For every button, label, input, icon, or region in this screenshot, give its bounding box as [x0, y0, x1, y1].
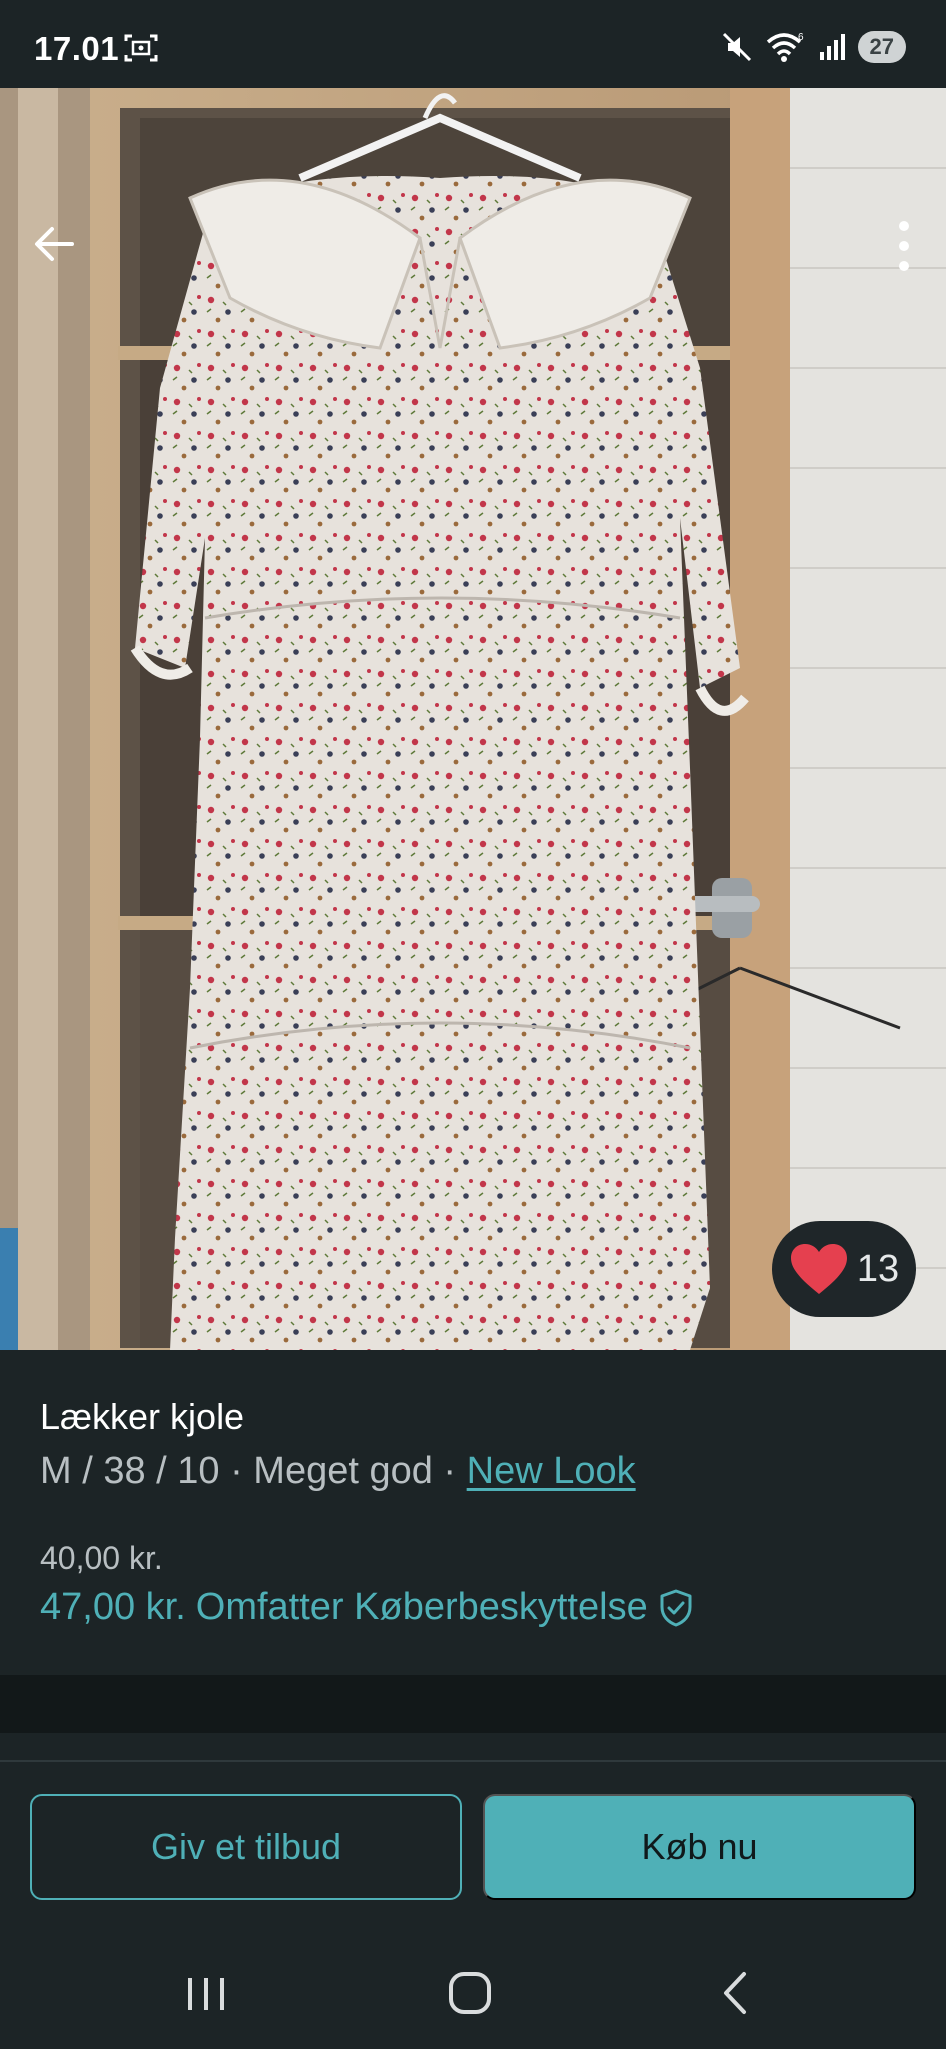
heart-icon — [790, 1244, 847, 1294]
protection-label: Omfatter Køberbeskyttelse — [195, 1586, 648, 1628]
protected-price: 47,00 kr. — [40, 1586, 186, 1628]
mute-icon — [722, 32, 751, 62]
recent-apps-icon[interactable] — [176, 1968, 236, 2018]
back-arrow-icon[interactable] — [28, 218, 80, 270]
divider — [0, 1760, 946, 1762]
section-spacer — [0, 1675, 946, 1733]
wifi-icon: 6 — [766, 32, 804, 62]
brand-link[interactable]: New Look — [467, 1450, 636, 1492]
buy-now-button[interactable]: Køb nu — [483, 1794, 916, 1900]
battery-indicator: 27 — [857, 31, 906, 63]
home-icon[interactable] — [440, 1968, 500, 2018]
screenshot-icon — [124, 34, 158, 62]
favourite-count: 13 — [856, 1247, 900, 1290]
status-bar: 17.01 6 27 — [0, 0, 946, 88]
item-details: Lækker kjole M / 38 / 10 · Meget god · N… — [0, 1350, 946, 1675]
more-vertical-icon[interactable] — [882, 216, 926, 276]
item-meta: M / 38 / 10 · Meget god · New Look — [40, 1450, 636, 1493]
signal-icon — [819, 34, 845, 60]
back-icon[interactable] — [706, 1968, 766, 2018]
svg-text:6: 6 — [798, 32, 804, 43]
favourite-button[interactable]: 13 — [772, 1221, 916, 1317]
product-photo[interactable] — [0, 88, 946, 1350]
buyer-protection-price[interactable]: 47,00 kr. Omfatter Køberbeskyttelse — [40, 1586, 694, 1629]
make-offer-button[interactable]: Giv et tilbud — [30, 1794, 462, 1900]
item-price: 40,00 kr. — [40, 1540, 163, 1576]
system-navigation-bar — [0, 1938, 946, 2049]
item-size-condition: M / 38 / 10 · Meget god · — [40, 1450, 467, 1492]
item-title: Lækker kjole — [40, 1396, 245, 1437]
shield-check-icon — [660, 1589, 692, 1626]
status-time: 17.01 — [34, 30, 120, 67]
dress-photo-illustration — [0, 88, 946, 1350]
